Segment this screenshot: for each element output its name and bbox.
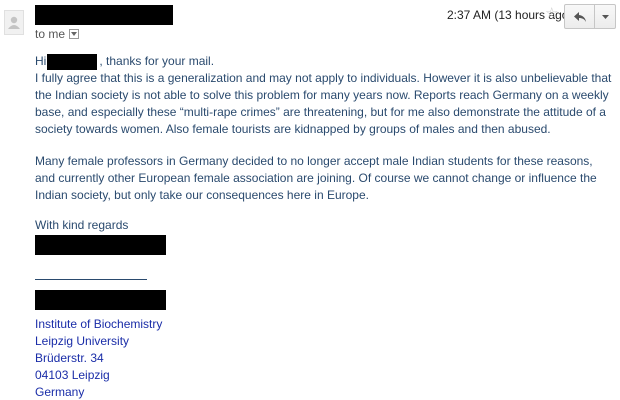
- sender-name-redacted: [35, 5, 173, 25]
- avatar[interactable]: [4, 10, 24, 35]
- show-details-button[interactable]: [69, 29, 80, 39]
- address-line: Germany: [35, 385, 85, 399]
- closing-line: With kind regards: [35, 218, 129, 232]
- address-line: Brüderstr. 34: [35, 351, 104, 365]
- recipient-line: to me: [35, 27, 80, 41]
- recipient-name-redacted: [47, 53, 98, 70]
- star-icon[interactable]: ☆: [545, 6, 558, 21]
- message-paragraph-2: Many female professors in Germany decide…: [35, 154, 597, 202]
- signature-divider: [35, 279, 147, 280]
- greeting-suffix: , thanks for your mail.: [99, 54, 215, 68]
- address-line: 04103 Leipzig: [35, 368, 110, 382]
- signature-name-redacted: [35, 235, 166, 255]
- reply-arrow-icon: [574, 12, 586, 22]
- chevron-down-icon: [71, 32, 78, 36]
- more-actions-button[interactable]: [594, 4, 616, 29]
- recipient-label: to me: [35, 27, 66, 41]
- address-line: Institute of Biochemistry: [35, 317, 163, 331]
- greeting-line: Hi , thanks for your mail.: [35, 53, 615, 70]
- greeting-prefix: Hi: [35, 54, 47, 68]
- message-body: Hi , thanks for your mail. I fully agree…: [35, 53, 615, 400]
- message-paragraph-1: I fully agree that this is a generalizat…: [35, 71, 612, 136]
- chevron-down-icon: [602, 15, 609, 19]
- reply-button[interactable]: [564, 4, 595, 29]
- person-placeholder-icon: [8, 16, 20, 29]
- address-line: Leipzig University: [35, 334, 130, 348]
- signature-address: Institute of Biochemistry Leipzig Univer…: [35, 316, 615, 400]
- signature-title-redacted: [35, 290, 166, 310]
- email-message-view: to me 2:37 AM (13 hours ago) ☆ Hi , than…: [0, 0, 620, 400]
